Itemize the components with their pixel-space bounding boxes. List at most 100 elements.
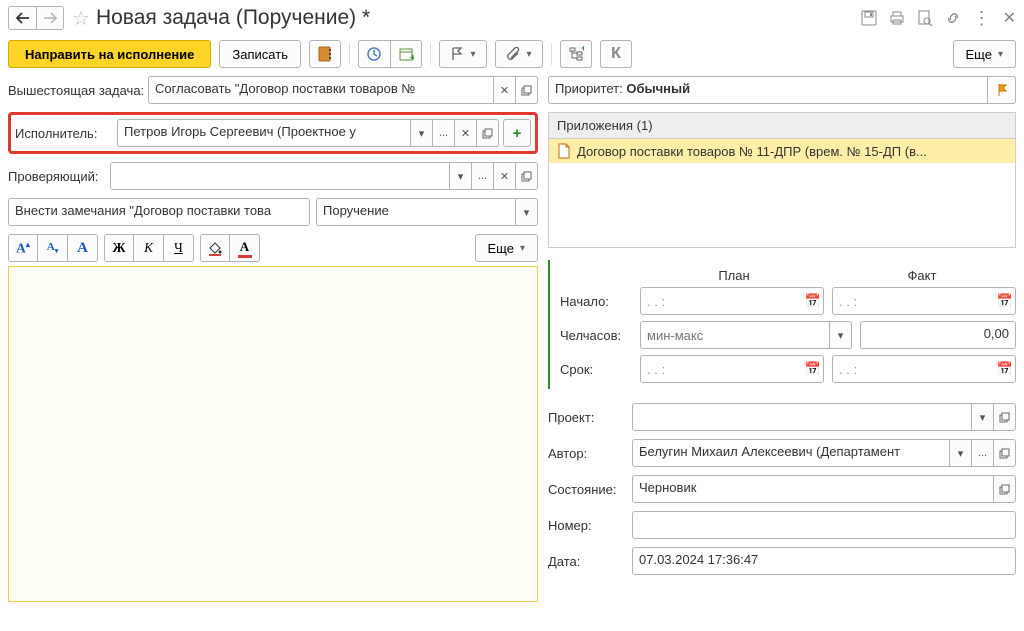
font-reset-button[interactable]: А	[68, 234, 98, 262]
attachment-name: Договор поставки товаров № 11-ДПР (врем.…	[577, 144, 927, 159]
attachments-header: Приложения (1)	[548, 112, 1016, 138]
highlight-button[interactable]	[200, 234, 230, 262]
add-executor-button[interactable]: +	[503, 119, 531, 147]
tree-add-button[interactable]: +	[560, 40, 592, 68]
preview-icon[interactable]	[917, 10, 933, 26]
open-button[interactable]	[516, 162, 538, 190]
dropdown-button[interactable]: ▾	[516, 198, 538, 226]
font-color-button[interactable]: А	[230, 234, 260, 262]
dropdown-button[interactable]: ▾	[830, 321, 852, 349]
subject-input[interactable]: Внести замечания "Договор поставки това	[8, 198, 310, 226]
calendar-icon[interactable]: 📅	[997, 293, 1013, 309]
record-button[interactable]: Записать	[219, 40, 301, 68]
ellipsis-button[interactable]: ...	[472, 162, 494, 190]
calendar-icon[interactable]: 📅	[997, 361, 1013, 377]
ellipsis-button[interactable]: ...	[433, 119, 455, 147]
bold-icon: Ж	[112, 240, 125, 256]
clear-button[interactable]: ✕	[494, 162, 516, 190]
toolbar-separator	[551, 43, 552, 65]
paperclip-icon	[506, 47, 520, 61]
rt-more-dropdown-button[interactable]: Еще	[475, 234, 538, 262]
project-input[interactable]	[632, 403, 972, 431]
date-input[interactable]: 07.03.2024 17:36:47	[632, 547, 1016, 575]
underline-icon: Ч	[174, 240, 183, 256]
more-icon[interactable]: ⋮	[973, 8, 991, 29]
clock-button[interactable]	[358, 40, 390, 68]
bold-button[interactable]: Ж	[104, 234, 134, 262]
priority-display[interactable]: Приоритет: Обычный	[548, 76, 988, 104]
addressbook-button[interactable]	[309, 40, 341, 68]
forward-button[interactable]	[36, 6, 64, 30]
richtext-editor[interactable]	[8, 266, 538, 602]
popup-icon	[999, 484, 1010, 495]
executor-highlight: Исполнитель: Петров Игорь Сергеевич (Про…	[8, 112, 538, 154]
popup-icon	[521, 171, 532, 182]
state-input[interactable]: Черновик	[632, 475, 994, 503]
attachments-list: Договор поставки товаров № 11-ДПР (врем.…	[548, 138, 1016, 248]
checker-label: Проверяющий:	[8, 169, 110, 184]
parent-task-label: Вышестоящая задача:	[8, 83, 148, 98]
arrow-right-icon	[43, 12, 57, 24]
open-button[interactable]	[994, 403, 1016, 431]
calendar-icon[interactable]: 📅	[805, 293, 821, 309]
open-button[interactable]	[477, 119, 499, 147]
page-title: Новая задача (Поручение) *	[96, 6, 861, 30]
back-button[interactable]	[8, 6, 36, 30]
number-label: Номер:	[548, 518, 632, 533]
title-actions: ⋮ ✕	[861, 8, 1016, 29]
calendar-icon[interactable]: 📅	[805, 361, 821, 377]
open-button[interactable]	[994, 475, 1016, 503]
font-decrease-button[interactable]: A▾	[38, 234, 68, 262]
clear-button[interactable]: ✕	[494, 76, 516, 104]
dropdown-button[interactable]: ▾	[972, 403, 994, 431]
fact-heading: Факт	[828, 268, 1016, 283]
priority-flag-button[interactable]	[988, 76, 1016, 104]
add-calendar-button[interactable]: +	[390, 40, 422, 68]
flag-dropdown-button[interactable]	[439, 40, 487, 68]
author-input[interactable]: Белугин Михаил Алексеевич (Департамент	[632, 439, 950, 467]
start-plan-input[interactable]: . . :📅	[640, 287, 824, 315]
hours-row: Челчасов: ▾ 0,00	[560, 321, 1016, 349]
font-color-icon: А	[238, 239, 252, 258]
open-button[interactable]	[516, 76, 538, 104]
deadline-fact-input[interactable]: . . :📅	[832, 355, 1016, 383]
parent-task-input[interactable]: Согласовать "Договор поставки товаров №	[148, 76, 494, 104]
document-icon	[557, 143, 571, 159]
deadline-plan-input[interactable]: . . :📅	[640, 355, 824, 383]
star-icon[interactable]: ☆	[72, 6, 90, 31]
submit-button[interactable]: Направить на исполнение	[8, 40, 211, 68]
print-icon[interactable]	[889, 10, 905, 26]
left-column: Вышестоящая задача: Согласовать "Договор…	[8, 76, 538, 602]
dropdown-button[interactable]: ▾	[411, 119, 433, 147]
close-icon[interactable]: ✕	[1003, 8, 1016, 28]
hours-fact-input[interactable]: 0,00	[860, 321, 1016, 349]
more-dropdown-button[interactable]: Еще	[953, 40, 1016, 68]
popup-icon	[999, 412, 1010, 423]
underline-button[interactable]: Ч	[164, 234, 194, 262]
attach-dropdown-button[interactable]	[495, 40, 543, 68]
start-label: Начало:	[560, 294, 640, 309]
link-icon[interactable]	[945, 10, 961, 26]
number-input[interactable]	[632, 511, 1016, 539]
checker-input[interactable]	[110, 162, 450, 190]
toolbar-separator	[349, 43, 350, 65]
ellipsis-button[interactable]: ...	[972, 439, 994, 467]
open-button[interactable]	[994, 439, 1016, 467]
executor-label: Исполнитель:	[15, 126, 117, 141]
clear-button[interactable]: ✕	[455, 119, 477, 147]
executor-input[interactable]: Петров Игорь Сергеевич (Проектное у	[117, 119, 411, 147]
executor-row: Исполнитель: Петров Игорь Сергеевич (Про…	[15, 119, 531, 147]
font-increase-button[interactable]: A▴	[8, 234, 38, 262]
start-fact-input[interactable]: . . :📅	[832, 287, 1016, 315]
type-input[interactable]: Поручение	[316, 198, 516, 226]
italic-button[interactable]: К	[134, 234, 164, 262]
popup-icon	[999, 448, 1010, 459]
k-button[interactable]: К	[600, 40, 632, 68]
dropdown-button[interactable]: ▾	[950, 439, 972, 467]
save-icon[interactable]	[861, 10, 877, 26]
priority-row: Приоритет: Обычный	[548, 76, 1016, 104]
dropdown-button[interactable]: ▾	[450, 162, 472, 190]
hours-plan-input[interactable]	[640, 321, 830, 349]
author-label: Автор:	[548, 446, 632, 461]
attachment-item[interactable]: Договор поставки товаров № 11-ДПР (врем.…	[549, 139, 1015, 163]
